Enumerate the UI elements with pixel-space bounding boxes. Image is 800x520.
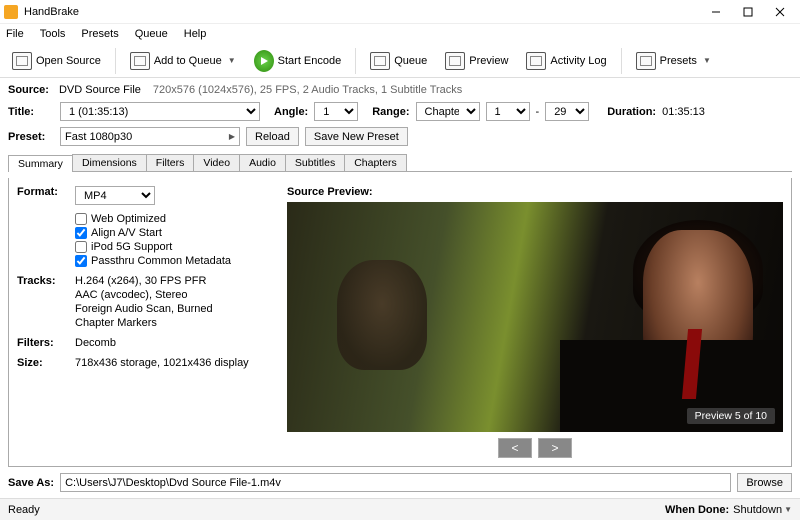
separator (621, 48, 622, 74)
range-type-select[interactable]: Chapters (416, 102, 480, 121)
align-av-checkbox[interactable]: Align A/V Start (75, 227, 277, 239)
tabstrip: Summary Dimensions Filters Video Audio S… (8, 154, 792, 172)
reload-button[interactable]: Reload (246, 127, 299, 146)
browse-button[interactable]: Browse (737, 473, 792, 492)
tab-body: Format: MP4 Web Optimized Align A/V Star… (8, 178, 792, 467)
tab-video[interactable]: Video (193, 154, 240, 171)
range-start-select[interactable]: 1 (486, 102, 530, 121)
track-line: Chapter Markers (75, 317, 277, 329)
menubar: File Tools Presets Queue Help (0, 24, 800, 44)
track-line: AAC (avcodec), Stereo (75, 289, 277, 301)
queue-icon (370, 51, 390, 71)
chevron-down-icon: ▼ (703, 56, 711, 65)
angle-label: Angle: (274, 106, 308, 118)
preset-select[interactable]: Fast 1080p30▶ (60, 127, 240, 146)
play-icon (254, 51, 274, 71)
title-row: Title: 1 (01:35:13) Angle: 1 Range: Chap… (8, 102, 792, 121)
statusbar: Ready When Done: Shutdown ▼ (0, 498, 800, 520)
duration-value: 01:35:13 (662, 106, 705, 118)
range-label: Range: (372, 106, 409, 118)
presets-icon (636, 51, 656, 71)
range-dash: - (536, 106, 540, 118)
menu-queue[interactable]: Queue (135, 28, 168, 40)
preview-prev-button[interactable]: < (498, 438, 532, 458)
log-icon (526, 51, 546, 71)
track-line: H.264 (x264), 30 FPS PFR (75, 275, 277, 287)
title-select[interactable]: 1 (01:35:13) (60, 102, 260, 121)
ipod-checkbox[interactable]: iPod 5G Support (75, 241, 277, 253)
preset-label: Preset: (8, 131, 54, 143)
activity-log-button[interactable]: Activity Log (520, 48, 612, 74)
preview-label: Source Preview: (287, 186, 783, 198)
open-source-button[interactable]: Open Source (6, 48, 107, 74)
summary-left: Format: MP4 Web Optimized Align A/V Star… (17, 186, 277, 458)
format-select[interactable]: MP4 (75, 186, 155, 205)
angle-select[interactable]: 1 (314, 102, 358, 121)
toolbar: Open Source Add to Queue▼ Start Encode Q… (0, 44, 800, 78)
preview-counter: Preview 5 of 10 (687, 408, 775, 424)
add-queue-icon (130, 51, 150, 71)
passthru-metadata-checkbox[interactable]: Passthru Common Metadata (75, 255, 277, 267)
app-title: HandBrake (24, 6, 79, 18)
app-icon (4, 5, 18, 19)
tab-filters[interactable]: Filters (146, 154, 195, 171)
when-done-label: When Done: (665, 504, 729, 516)
menu-help[interactable]: Help (184, 28, 207, 40)
source-details: 720x576 (1024x576), 25 FPS, 2 Audio Trac… (153, 84, 462, 96)
summary-right: Source Preview: Preview 5 of 10 < > (287, 186, 783, 458)
source-label: Source: (8, 84, 49, 96)
window-titlebar: HandBrake (0, 0, 800, 24)
track-line: Foreign Audio Scan, Burned (75, 303, 277, 315)
tracks-label: Tracks: (17, 275, 67, 329)
save-as-label: Save As: (8, 477, 54, 489)
source-preview: Preview 5 of 10 (287, 202, 783, 432)
title-label: Title: (8, 106, 54, 118)
when-done-value[interactable]: Shutdown (733, 504, 782, 516)
menu-tools[interactable]: Tools (40, 28, 66, 40)
tab-summary[interactable]: Summary (8, 155, 73, 172)
preview-next-button[interactable]: > (538, 438, 572, 458)
add-to-queue-button[interactable]: Add to Queue▼ (124, 48, 242, 74)
save-as-row: Save As: Browse (8, 473, 792, 492)
size-value: 718x436 storage, 1021x436 display (75, 357, 277, 369)
start-encode-button[interactable]: Start Encode (248, 48, 348, 74)
size-label: Size: (17, 357, 67, 369)
preview-image (287, 202, 783, 432)
menu-file[interactable]: File (6, 28, 24, 40)
preview-button[interactable]: Preview (439, 48, 514, 74)
tab-dimensions[interactable]: Dimensions (72, 154, 147, 171)
save-as-input[interactable] (60, 473, 731, 492)
tracks-list: H.264 (x264), 30 FPS PFR AAC (avcodec), … (75, 275, 277, 329)
save-new-preset-button[interactable]: Save New Preset (305, 127, 408, 146)
presets-button[interactable]: Presets▼ (630, 48, 717, 74)
minimize-button[interactable] (700, 1, 732, 23)
menu-presets[interactable]: Presets (81, 28, 118, 40)
close-button[interactable] (764, 1, 796, 23)
tab-subtitles[interactable]: Subtitles (285, 154, 345, 171)
chevron-down-icon: ▼ (228, 56, 236, 65)
tab-audio[interactable]: Audio (239, 154, 286, 171)
chevron-right-icon: ▶ (229, 132, 235, 141)
duration-label: Duration: (607, 106, 656, 118)
preset-row: Preset: Fast 1080p30▶ Reload Save New Pr… (8, 127, 792, 146)
web-optimized-checkbox[interactable]: Web Optimized (75, 213, 277, 225)
tab-chapters[interactable]: Chapters (344, 154, 407, 171)
format-label: Format: (17, 186, 67, 267)
status-text: Ready (8, 504, 40, 516)
source-name: DVD Source File (59, 84, 141, 96)
maximize-button[interactable] (732, 1, 764, 23)
separator (355, 48, 356, 74)
source-row: Source: DVD Source File 720x576 (1024x57… (8, 84, 792, 96)
chevron-down-icon[interactable]: ▼ (784, 505, 792, 514)
separator (115, 48, 116, 74)
range-end-select[interactable]: 29 (545, 102, 589, 121)
preview-nav: < > (287, 438, 783, 458)
preview-icon (445, 51, 465, 71)
filters-value: Decomb (75, 337, 277, 349)
filters-label: Filters: (17, 337, 67, 349)
folder-icon (12, 51, 32, 71)
queue-button[interactable]: Queue (364, 48, 433, 74)
